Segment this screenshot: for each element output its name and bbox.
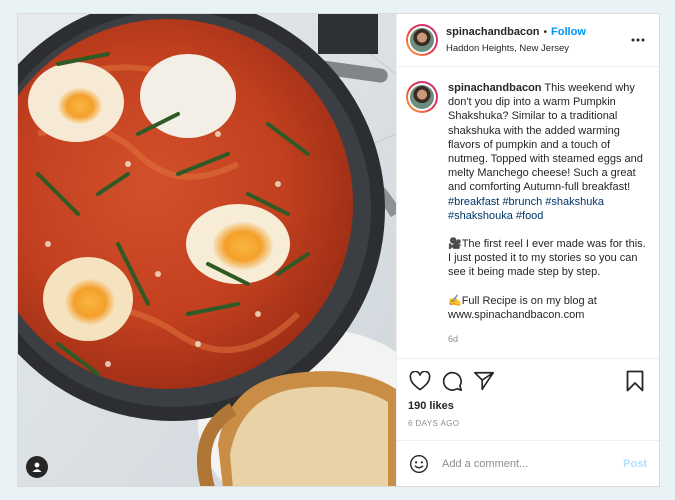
caption-paragraph-recipe: ✍️Full Recipe is on my blog at www.spina…: [448, 294, 600, 321]
caption-row: spinachandbacon This weekend why don't y…: [406, 81, 647, 346]
caption-paragraph-reel: 🎥The first reel I ever made was for this…: [448, 238, 649, 279]
comment-input[interactable]: [442, 457, 624, 470]
location-link[interactable]: Haddon Heights, New Jersey: [446, 41, 629, 56]
more-options-button[interactable]: [629, 31, 647, 49]
shakshuka-image: [18, 14, 396, 486]
caption-avatar[interactable]: [406, 81, 438, 113]
user-tag-icon: [32, 462, 42, 472]
add-comment-bar: Post: [397, 440, 659, 486]
heart-icon: [409, 371, 431, 391]
more-horizontal-icon: [631, 38, 645, 42]
paper-plane-icon: [474, 371, 494, 391]
header-username[interactable]: spinachandbacon: [446, 25, 540, 40]
bookmark-icon: [626, 370, 644, 392]
comments-section: spinachandbacon This weekend why don't y…: [397, 67, 659, 358]
caption-username[interactable]: spinachandbacon: [448, 82, 542, 94]
hashtag-link[interactable]: #shakshuka: [545, 196, 604, 208]
avatar[interactable]: [406, 24, 438, 56]
emoji-button[interactable]: [408, 453, 430, 475]
header-separator: •: [543, 26, 548, 38]
caption-body: This weekend why don't you dip into a wa…: [448, 82, 646, 194]
caption-avatar-photo: [410, 85, 434, 109]
header-text: spinachandbacon • Follow Haddon Heights,…: [446, 25, 629, 56]
likes-count[interactable]: 190 likes: [408, 400, 647, 412]
avatar-photo: [410, 28, 434, 52]
actions-section: 190 likes 6 DAYS AGO: [397, 358, 659, 440]
share-button[interactable]: [472, 369, 496, 393]
comment-bubble-icon: [442, 371, 462, 391]
post-comment-button[interactable]: Post: [623, 458, 647, 470]
comment-button[interactable]: [440, 369, 464, 393]
caption-time: 6d: [448, 334, 459, 345]
action-icons-row: [408, 367, 647, 395]
post-header: spinachandbacon • Follow Haddon Heights,…: [397, 14, 659, 67]
hashtag-link[interactable]: #food: [516, 210, 544, 222]
post-date: 6 DAYS AGO: [408, 419, 460, 428]
like-button[interactable]: [408, 369, 432, 393]
follow-button[interactable]: Follow: [551, 25, 586, 40]
post-photo[interactable]: [18, 14, 396, 486]
hashtag-link[interactable]: #brunch: [502, 196, 542, 208]
post-card: spinachandbacon • Follow Haddon Heights,…: [17, 13, 660, 487]
save-button[interactable]: [623, 369, 647, 393]
hashtag-link[interactable]: #shakshouka: [448, 210, 513, 222]
post-side-panel: spinachandbacon • Follow Haddon Heights,…: [396, 14, 659, 486]
caption-text: spinachandbacon This weekend why don't y…: [448, 81, 647, 346]
user-tag-button[interactable]: [26, 456, 48, 478]
smiley-icon: [410, 454, 428, 473]
hashtag-link[interactable]: #breakfast: [448, 196, 499, 208]
